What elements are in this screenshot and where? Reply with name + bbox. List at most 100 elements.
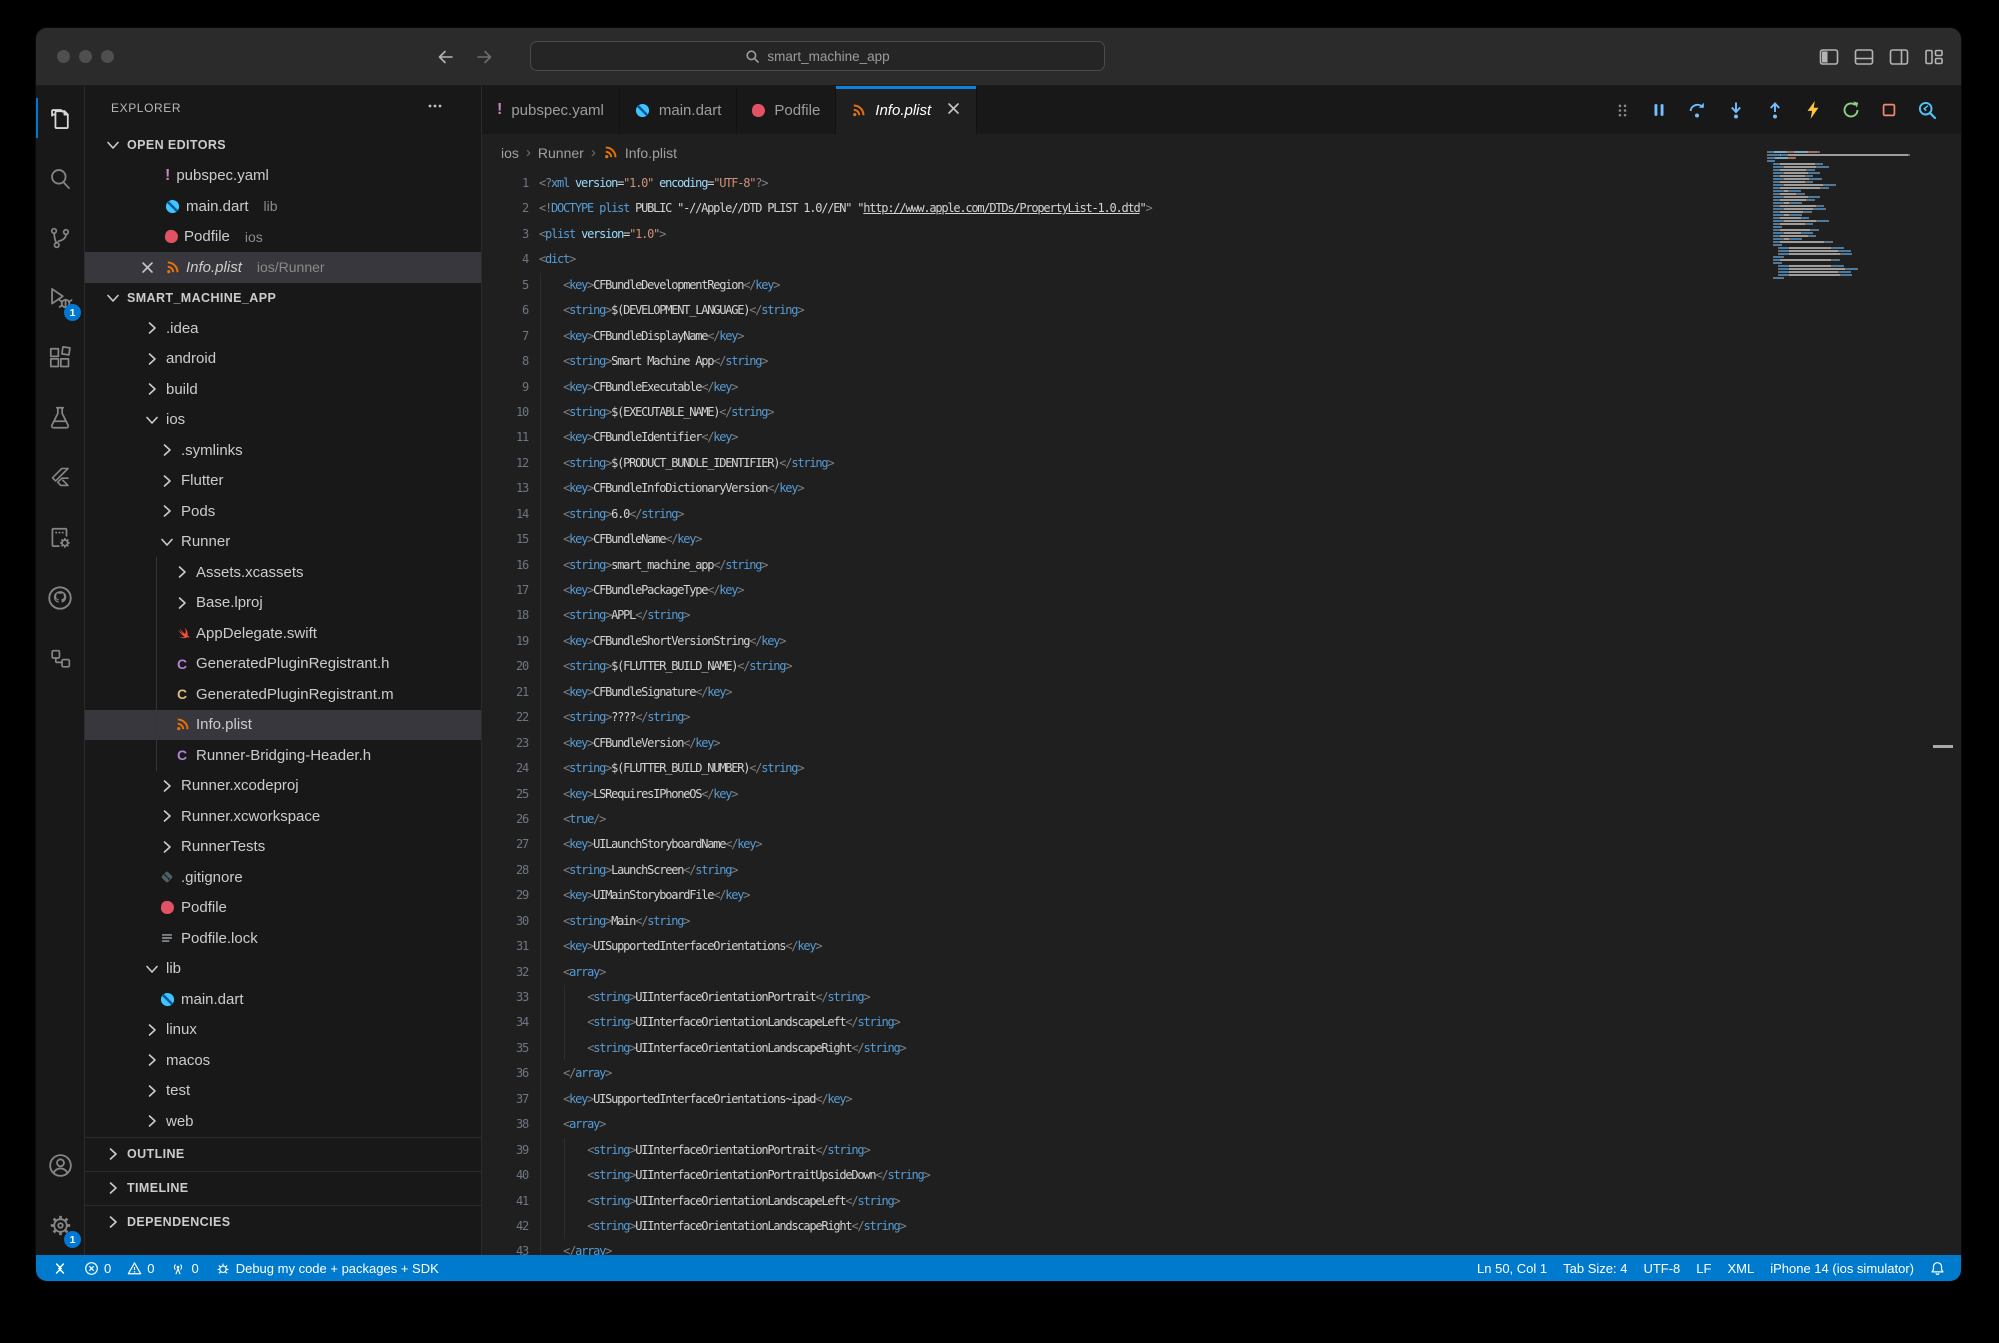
tree-item--idea[interactable]: .idea (85, 313, 481, 344)
status-xml[interactable]: XML (1719, 1261, 1762, 1276)
forward-arrow-icon[interactable] (474, 47, 494, 67)
breadcrumb-file[interactable]: Info.plist (625, 145, 677, 161)
activity-item-extensions[interactable] (36, 328, 84, 388)
c-yellow-file-icon: C (171, 687, 193, 701)
section-header-dependencies[interactable]: DEPENDENCIES (85, 1205, 481, 1239)
tree-item-web[interactable]: web (85, 1106, 481, 1137)
views-and-more-actions-icon[interactable] (427, 98, 443, 114)
tree-item-macos[interactable]: macos (85, 1045, 481, 1076)
tab-bar: !pubspec.yamlmain.dartPodfileInfo.plist (482, 86, 1961, 134)
customize-layout-icon[interactable] (1924, 47, 1944, 67)
toggle-secondary-sidebar-icon[interactable] (1889, 47, 1909, 67)
tree-item-main-dart[interactable]: main.dart (85, 984, 481, 1015)
overview-ruler[interactable] (1931, 134, 1961, 1255)
open-editor-item[interactable]: Podfileios (85, 222, 481, 253)
tree-item-runner[interactable]: Runner (85, 527, 481, 558)
tree-item-build[interactable]: build (85, 374, 481, 405)
zoom-window-button[interactable] (101, 50, 114, 63)
tree-item-test[interactable]: test (85, 1076, 481, 1107)
tree-item--gitignore[interactable]: .gitignore (85, 862, 481, 893)
status-iphone-14-ios-simulator-[interactable]: iPhone 14 (ios simulator) (1762, 1261, 1922, 1276)
line-number: 22 (482, 705, 528, 730)
breadcrumb-item[interactable]: ios (501, 145, 519, 161)
back-arrow-icon[interactable] (436, 47, 456, 67)
indent-guide (540, 629, 541, 654)
tree-item-podfile[interactable]: Podfile (85, 893, 481, 924)
close-icon[interactable] (946, 101, 961, 120)
tree-item-generatedpluginregistrant-h[interactable]: CGeneratedPluginRegistrant.h (85, 649, 481, 680)
activity-item-testing[interactable] (36, 388, 84, 448)
section-header-project[interactable]: SMART_MACHINE_APP (85, 283, 481, 314)
activity-item-run-debug[interactable]: 1 (36, 268, 84, 328)
close-window-button[interactable] (57, 50, 70, 63)
status-error[interactable]: 0 (76, 1261, 119, 1276)
tree-item-podfile-lock[interactable]: Podfile.lock (85, 923, 481, 954)
grip-icon[interactable] (1614, 102, 1631, 119)
tree-item--symlinks[interactable]: .symlinks (85, 435, 481, 466)
section-header-outline[interactable]: OUTLINE (85, 1137, 481, 1171)
activity-item-flutter[interactable] (36, 448, 84, 508)
status-bell[interactable] (1922, 1261, 1953, 1276)
tree-item-flutter[interactable]: Flutter (85, 466, 481, 497)
tree-item-runner-xcworkspace[interactable]: Runner.xcworkspace (85, 801, 481, 832)
tree-item-generatedpluginregistrant-m[interactable]: CGeneratedPluginRegistrant.m (85, 679, 481, 710)
step-over-icon[interactable] (1687, 100, 1707, 120)
tab-podfile[interactable]: Podfile (737, 86, 836, 134)
activity-item-explorer[interactable] (36, 88, 84, 148)
tree-item-android[interactable]: android (85, 344, 481, 375)
open-editor-item[interactable]: !pubspec.yaml (85, 161, 481, 192)
activity-item-search[interactable] (36, 148, 84, 208)
tab-main-dart[interactable]: main.dart (620, 86, 738, 134)
tree-item-info-plist[interactable]: Info.plist (85, 710, 481, 741)
tree-item-linux[interactable]: linux (85, 1015, 481, 1046)
tree-item-label: Flutter (181, 472, 224, 489)
restart-icon[interactable] (1841, 100, 1861, 120)
command-center-search[interactable]: smart_machine_app (530, 41, 1105, 71)
tree-item-appdelegate-swift[interactable]: AppDelegate.swift (85, 618, 481, 649)
status-broadcast[interactable]: 0 (162, 1261, 206, 1276)
toggle-sidebar-icon[interactable] (1819, 47, 1839, 67)
activity-item-references[interactable] (36, 628, 84, 688)
line-number: 4 (482, 247, 528, 272)
inspector-icon[interactable] (1917, 100, 1937, 120)
status-remote[interactable] (44, 1261, 76, 1276)
activity-item-account[interactable] (36, 1135, 84, 1195)
status-utf-8[interactable]: UTF-8 (1635, 1261, 1688, 1276)
activity-item-settings[interactable]: 1 (36, 1195, 84, 1255)
section-header-open-editors[interactable]: OPEN EDITORS (85, 130, 481, 161)
tab-pubspec-yaml[interactable]: !pubspec.yaml (482, 86, 620, 134)
minimize-window-button[interactable] (79, 50, 92, 63)
tree-item-runnertests[interactable]: RunnerTests (85, 832, 481, 863)
activity-item-source-control[interactable] (36, 208, 84, 268)
code-editor[interactable]: 1<?xml version="1.0" encoding="UTF-8"?>2… (482, 171, 1931, 1255)
hot-reload-icon[interactable] (1804, 100, 1822, 120)
tree-item-pods[interactable]: Pods (85, 496, 481, 527)
open-editor-item[interactable]: Info.plistios/Runner (85, 252, 481, 283)
open-editor-item[interactable]: main.dartlib (85, 191, 481, 222)
tree-item-base-lproj[interactable]: Base.lproj (85, 588, 481, 619)
tree-item-ios[interactable]: ios (85, 405, 481, 436)
status-debug[interactable]: Debug my code + packages + SDK (207, 1261, 447, 1276)
tree-item-runner-bridging-header-h[interactable]: CRunner-Bridging-Header.h (85, 740, 481, 771)
status-lf[interactable]: LF (1688, 1261, 1719, 1276)
activity-item-project-manager[interactable] (36, 508, 84, 568)
stop-icon[interactable] (1880, 101, 1898, 119)
step-into-icon[interactable] (1726, 100, 1746, 120)
indent-guide (540, 502, 541, 527)
step-out-icon[interactable] (1765, 100, 1785, 120)
tab-info-plist[interactable]: Info.plist (836, 86, 977, 134)
status-warning[interactable]: 0 (119, 1261, 162, 1276)
activity-item-github[interactable] (36, 568, 84, 628)
close-icon[interactable] (135, 260, 159, 275)
status-ln-50-col-1[interactable]: Ln 50, Col 1 (1469, 1261, 1555, 1276)
section-label: OPEN EDITORS (127, 138, 226, 152)
tree-item-assets-xcassets[interactable]: Assets.xcassets (85, 557, 481, 588)
pause-icon[interactable] (1650, 101, 1668, 119)
minimap[interactable] (1767, 151, 1913, 280)
tree-item-runner-xcodeproj[interactable]: Runner.xcodeproj (85, 771, 481, 802)
status-tab-size-4[interactable]: Tab Size: 4 (1555, 1261, 1635, 1276)
tree-item-lib[interactable]: lib (85, 954, 481, 985)
breadcrumb-item[interactable]: Runner (538, 145, 584, 161)
section-header-timeline[interactable]: TIMELINE (85, 1171, 481, 1205)
toggle-panel-icon[interactable] (1854, 47, 1874, 67)
